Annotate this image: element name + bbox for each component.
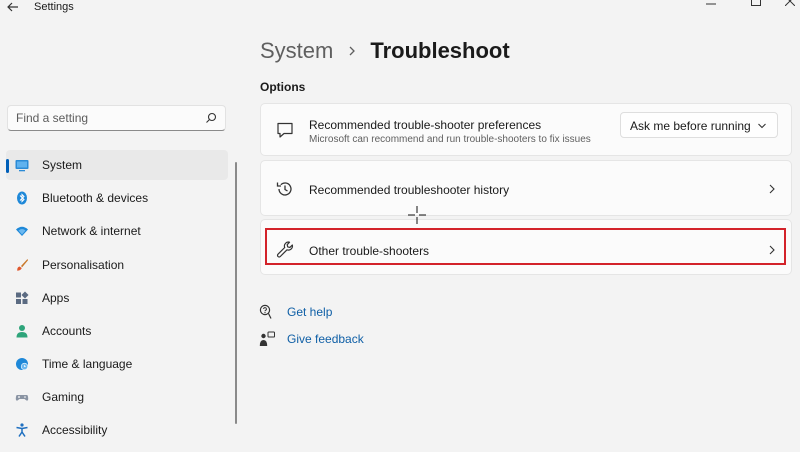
sidebar-item-network[interactable]: Network & internet: [6, 216, 228, 246]
person-icon: [16, 325, 28, 338]
section-heading: Options: [260, 80, 306, 94]
chevron-right-icon: [769, 184, 775, 194]
sidebar-item-label: System: [42, 158, 83, 172]
accessibility-icon: [16, 423, 28, 437]
preferences-title: Recommended trouble-shooter preferences: [309, 118, 542, 132]
highlight-box: [265, 228, 786, 265]
minimize-icon[interactable]: [706, 0, 716, 6]
search-box[interactable]: [7, 105, 226, 131]
sidebar-item-gaming[interactable]: Gaming: [6, 382, 228, 412]
sidebar-item-accounts[interactable]: Accounts: [6, 316, 228, 346]
chevron-down-icon: [758, 123, 766, 129]
give-feedback-link[interactable]: Give feedback: [259, 331, 379, 349]
gamepad-icon: [15, 395, 29, 401]
sidebar-item-label: Time & language: [42, 357, 133, 371]
close-icon[interactable]: [785, 0, 795, 6]
get-help-label[interactable]: Get help: [287, 305, 332, 319]
brush-icon: [17, 259, 28, 271]
sidebar-item-time-language[interactable]: Time & language: [6, 349, 228, 379]
sidebar-item-system[interactable]: System: [6, 150, 228, 180]
help-chat-icon: [259, 304, 272, 319]
preferences-dropdown[interactable]: Ask me before running: [620, 112, 778, 138]
chat-bubble-icon: [277, 122, 293, 138]
sidebar-item-label: Gaming: [42, 390, 85, 404]
sidebar-item-personalisation[interactable]: Personalisation: [6, 250, 228, 280]
search-input[interactable]: [8, 106, 198, 130]
sidebar-item-apps[interactable]: Apps: [6, 283, 228, 313]
history-icon: [276, 182, 292, 196]
apps-icon: [16, 291, 29, 304]
clock-globe-icon: [16, 358, 29, 371]
sidebar-item-label: Accessibility: [42, 423, 108, 437]
sidebar-scrollbar[interactable]: [235, 162, 237, 424]
sidebar-item-accessibility[interactable]: Accessibility: [6, 415, 228, 445]
breadcrumb-parent[interactable]: System: [260, 38, 333, 64]
sidebar-item-label: Network & internet: [42, 224, 141, 238]
search-icon[interactable]: [205, 112, 217, 124]
feedback-icon: [259, 331, 275, 346]
sidebar-item-label: Bluetooth & devices: [42, 191, 149, 205]
dropdown-value: Ask me before running: [630, 119, 751, 133]
app-title: Settings: [34, 1, 74, 13]
maximize-icon[interactable]: [751, 0, 761, 6]
preferences-card: Recommended trouble-shooter preferences …: [260, 103, 792, 156]
active-indicator: [6, 159, 9, 173]
sidebar-item-label: Personalisation: [42, 258, 125, 272]
back-arrow-icon[interactable]: [6, 0, 20, 14]
crosshair-cursor-icon: [408, 206, 426, 224]
sidebar-item-label: Apps: [42, 291, 70, 305]
page-title: Troubleshoot: [370, 38, 510, 63]
display-icon: [15, 160, 29, 172]
chevron-right-icon: [349, 46, 356, 56]
sidebar-item-label: Accounts: [42, 324, 92, 338]
give-feedback-label[interactable]: Give feedback: [287, 332, 364, 346]
sidebar-item-bluetooth[interactable]: Bluetooth & devices: [6, 183, 228, 213]
breadcrumb: System Troubleshoot: [260, 35, 510, 67]
wifi-icon: [16, 226, 28, 236]
get-help-link[interactable]: Get help: [259, 304, 379, 322]
history-title: Recommended troubleshooter history: [309, 183, 510, 197]
preferences-subtitle: Microsoft can recommend and run trouble-…: [309, 134, 591, 145]
bluetooth-icon: [17, 191, 27, 205]
history-card[interactable]: Recommended troubleshooter history: [260, 160, 792, 216]
title-bar: Settings: [0, 0, 800, 18]
